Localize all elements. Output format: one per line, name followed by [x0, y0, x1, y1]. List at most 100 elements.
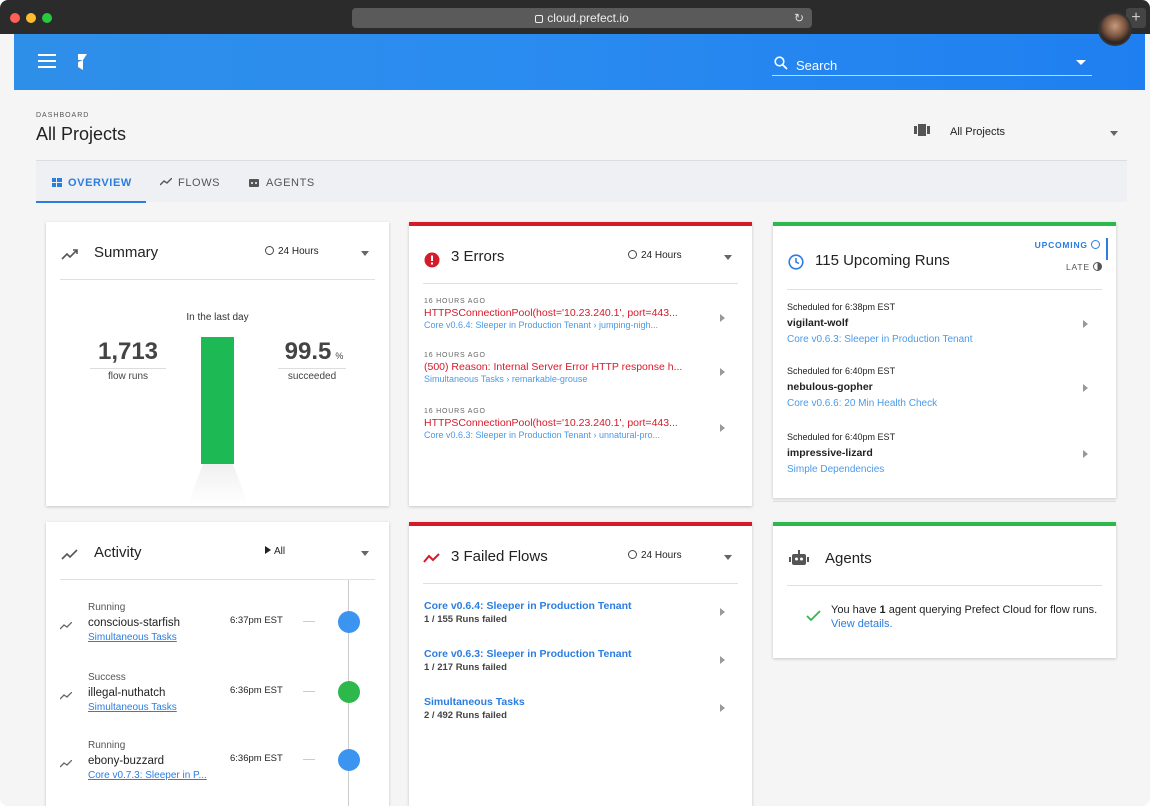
summary-range-select[interactable]: 24 Hours [265, 246, 375, 257]
run-flow-link[interactable]: Simple Dependencies [787, 464, 1102, 475]
error-message: HTTPSConnectionPool(host='10.23.240.1', … [424, 307, 678, 319]
flow-link[interactable]: Simultaneous Tasks [424, 696, 734, 708]
run-flow-link[interactable]: Core v0.6.6: 20 Min Health Check [787, 398, 1102, 409]
trending-up-icon [61, 549, 78, 560]
success-rate: 99.5% [274, 338, 354, 366]
failed-flow-item[interactable]: Simultaneous Tasks 2 / 492 Runs failed [424, 696, 734, 721]
chevron-down-icon [724, 255, 732, 260]
success-percent: 99.5 [284, 338, 332, 365]
address-bar[interactable]: cloud.prefect.io ↻ [352, 8, 812, 28]
search-field[interactable]: Search [772, 50, 1092, 76]
failed-range-select[interactable]: 24 Hours [628, 550, 738, 561]
summary-range: 24 Hours [278, 246, 319, 257]
zoom-window-button[interactable] [42, 13, 52, 23]
upcoming-header: 115 Upcoming Runs UPCOMING LATE [787, 238, 1108, 290]
chevron-right-icon [720, 608, 725, 616]
run-flow-link[interactable]: Simultaneous Tasks [88, 702, 177, 713]
project-select[interactable]: All Projects [914, 124, 1124, 146]
divider [773, 498, 1116, 502]
error-source: Core v0.6.3: Sleeper in Production Tenan… [424, 430, 660, 440]
activity-filter-select[interactable]: All [265, 546, 375, 557]
failed-flow-item[interactable]: Core v0.6.3: Sleeper in Production Tenan… [424, 648, 734, 673]
chevron-right-icon [720, 704, 725, 712]
errors-range-select[interactable]: 24 Hours [628, 250, 738, 261]
activity-item[interactable]: Success illegal-nuthatch Simultaneous Ta… [60, 672, 380, 722]
user-avatar[interactable] [1098, 12, 1132, 46]
trending-icon [159, 177, 173, 186]
failed-runs: 1 / 155 Runs failed [424, 614, 507, 625]
tab-flows[interactable]: FLOWS [159, 177, 221, 189]
success-bar-track [201, 336, 234, 464]
errors-title: 3 Errors [451, 248, 505, 265]
agents-header: Agents [787, 542, 1102, 586]
tab-flows-label: FLOWS [178, 177, 221, 189]
upcoming-tab[interactable]: UPCOMING [1035, 238, 1108, 260]
flow-runs-label: flow runs [90, 368, 166, 382]
activity-title: Activity [94, 544, 142, 561]
chevron-down-icon [361, 551, 369, 556]
activity-header: Activity All [60, 536, 375, 580]
failed-runs: 2 / 492 Runs failed [424, 710, 507, 721]
run-flow-link[interactable]: Simultaneous Tasks [88, 632, 177, 643]
chevron-down-icon [361, 251, 369, 256]
minimize-window-button[interactable] [26, 13, 36, 23]
upcoming-run-item[interactable]: Scheduled for 6:40pm EST impressive-liza… [787, 432, 1102, 475]
history-icon [265, 246, 274, 255]
close-window-button[interactable] [10, 13, 20, 23]
flow-link[interactable]: Core v0.6.3: Sleeper in Production Tenan… [424, 648, 734, 660]
trending-up-icon [60, 760, 72, 768]
chevron-right-icon [1083, 450, 1088, 458]
history-icon [628, 550, 637, 559]
reload-icon[interactable]: ↻ [794, 8, 804, 28]
robot-icon [789, 550, 809, 565]
error-item[interactable]: 16 HOURS AGO (500) Reason: Internal Serv… [424, 352, 734, 384]
prefect-logo [78, 54, 87, 70]
upcoming-title: 115 Upcoming Runs [815, 252, 950, 269]
view-details-link[interactable]: View details. [831, 618, 893, 630]
state-dot [338, 611, 360, 633]
error-time: 16 HOURS AGO [424, 352, 486, 359]
tab-agents[interactable]: AGENTS [248, 177, 315, 189]
upcoming-run-item[interactable]: Scheduled for 6:38pm EST vigilant-wolf C… [787, 302, 1102, 345]
error-item[interactable]: 16 HOURS AGO HTTPSConnectionPool(host='1… [424, 408, 734, 440]
error-item[interactable]: 16 HOURS AGO HTTPSConnectionPool(host='1… [424, 298, 734, 330]
run-time: 6:37pm EST [230, 615, 283, 626]
run-flow-link[interactable]: Core v0.6.3: Sleeper in Production Tenan… [787, 334, 1102, 345]
upcoming-runs-card: 115 Upcoming Runs UPCOMING LATE Schedule… [773, 222, 1116, 502]
error-source: Simultaneous Tasks › remarkable-grouse [424, 374, 588, 384]
upcoming-run-item[interactable]: Scheduled for 6:40pm EST nebulous-gopher… [787, 366, 1102, 409]
errors-card: 3 Errors 24 Hours 16 HOURS AGO HTTPSConn… [409, 222, 752, 506]
run-time: 6:36pm EST [230, 753, 283, 764]
error-time: 16 HOURS AGO [424, 298, 486, 305]
state-dot [338, 749, 360, 771]
upcoming-tab-label: UPCOMING [1034, 240, 1088, 250]
dashboard-tabs: OVERVIEW FLOWS AGENTS [36, 160, 1127, 203]
late-tab[interactable]: LATE [1066, 262, 1102, 272]
success-bar-base [188, 464, 248, 504]
run-schedule: Scheduled for 6:40pm EST [787, 366, 896, 376]
chevron-down-icon[interactable] [1076, 60, 1086, 65]
error-message: HTTPSConnectionPool(host='10.23.240.1', … [424, 417, 678, 429]
history-icon [628, 250, 637, 259]
page-title: All Projects [36, 124, 127, 144]
run-flow-link[interactable]: Core v0.7.3: Sleeper in P... [88, 770, 207, 781]
run-name: illegal-nuthatch [88, 687, 166, 699]
failed-runs: 1 / 217 Runs failed [424, 662, 507, 673]
run-schedule: Scheduled for 6:40pm EST [787, 432, 896, 442]
errors-header: 3 Errors 24 Hours [423, 240, 738, 284]
activity-item[interactable]: Running ebony-buzzard Core v0.7.3: Sleep… [60, 740, 380, 790]
flow-link[interactable]: Core v0.6.4: Sleeper in Production Tenan… [424, 600, 734, 612]
failed-flow-item[interactable]: Core v0.6.4: Sleeper in Production Tenan… [424, 600, 734, 625]
search-placeholder: Search [796, 58, 838, 73]
activity-filter: All [274, 546, 286, 557]
failed-range: 24 Hours [641, 550, 682, 561]
flow-runs-count: 1,713 [97, 338, 159, 365]
tab-overview[interactable]: OVERVIEW [52, 177, 132, 189]
activity-item[interactable]: Running conscious-starfish Simultaneous … [60, 602, 380, 652]
menu-icon[interactable] [38, 54, 56, 68]
agents-card: Agents You have 1 agent querying Prefect… [773, 522, 1116, 658]
chevron-right-icon [720, 656, 725, 664]
trending-down-icon [423, 553, 440, 563]
active-tab-indicator [36, 201, 146, 203]
success-bar [201, 336, 234, 464]
